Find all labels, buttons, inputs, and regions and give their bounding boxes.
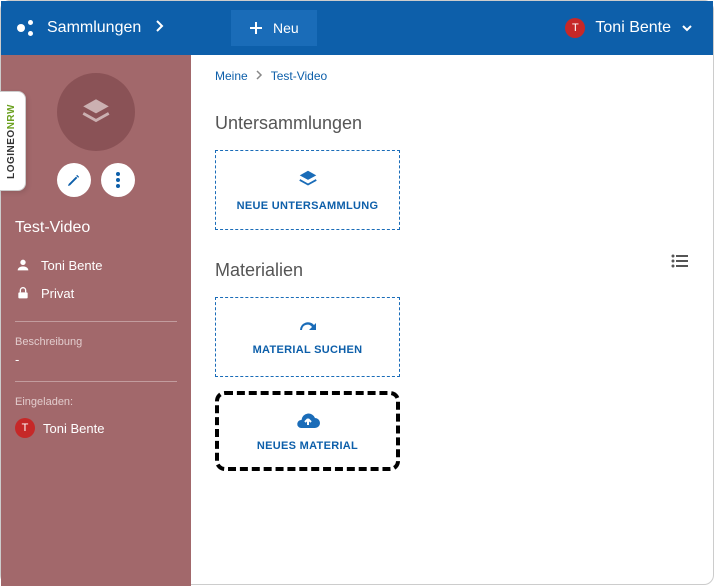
new-button-label: Neu	[273, 20, 299, 36]
user-name: Toni Bente	[595, 19, 671, 37]
tile-label: NEUES MATERIAL	[257, 440, 358, 452]
tile-label: NEUE UNTERSAMMLUNG	[237, 200, 379, 212]
invited-label: Eingeladen:	[1, 396, 191, 412]
topbar-title[interactable]: Sammlungen	[47, 19, 141, 37]
description-value: -	[1, 352, 191, 367]
breadcrumb: Meine Test-Video	[215, 69, 689, 83]
visibility-label: Privat	[41, 286, 74, 301]
plus-icon	[249, 21, 263, 35]
collection-title: Test-Video	[1, 219, 191, 251]
new-material-tile[interactable]: NEUES MATERIAL	[215, 391, 400, 471]
tile-label: MATERIAL SUCHEN	[253, 344, 363, 356]
user-menu[interactable]: T Toni Bente	[565, 18, 713, 38]
edit-button[interactable]	[57, 163, 91, 197]
visibility-row: Privat	[1, 279, 191, 307]
search-material-tile[interactable]: MATERIAL SUCHEN	[215, 297, 400, 377]
owner-name: Toni Bente	[41, 258, 102, 273]
layers-icon	[79, 95, 113, 129]
cloud-upload-icon	[295, 410, 321, 430]
more-button[interactable]	[101, 163, 135, 197]
list-icon	[671, 254, 689, 268]
divider	[15, 381, 177, 382]
redo-icon	[296, 318, 320, 334]
list-view-toggle[interactable]	[671, 254, 689, 273]
avatar: T	[565, 18, 585, 38]
app-logo-icon	[17, 18, 37, 38]
breadcrumb-current[interactable]: Test-Video	[271, 69, 327, 83]
layers-icon	[297, 168, 319, 190]
invited-user-row: T Toni Bente	[1, 412, 191, 444]
chevron-right-icon	[256, 69, 263, 83]
collection-icon-circle	[57, 73, 135, 151]
section-title-subcollections: Untersammlungen	[215, 113, 689, 134]
divider	[15, 321, 177, 322]
person-icon	[15, 257, 31, 273]
new-subcollection-tile[interactable]: NEUE UNTERSAMMLUNG	[215, 150, 400, 230]
pencil-icon	[66, 172, 82, 188]
avatar: T	[15, 418, 35, 438]
lock-icon	[15, 285, 31, 301]
more-vertical-icon	[116, 172, 120, 188]
owner-row: Toni Bente	[1, 251, 191, 279]
invited-name: Toni Bente	[43, 421, 104, 436]
new-button[interactable]: Neu	[231, 10, 317, 46]
description-label: Beschreibung	[1, 336, 191, 352]
chevron-right-icon[interactable]	[155, 19, 165, 38]
logineo-side-tab[interactable]: LOGINEONRW	[0, 91, 26, 191]
chevron-down-icon	[681, 24, 693, 32]
breadcrumb-root[interactable]: Meine	[215, 69, 248, 83]
section-title-materials: Materialien	[215, 260, 303, 281]
